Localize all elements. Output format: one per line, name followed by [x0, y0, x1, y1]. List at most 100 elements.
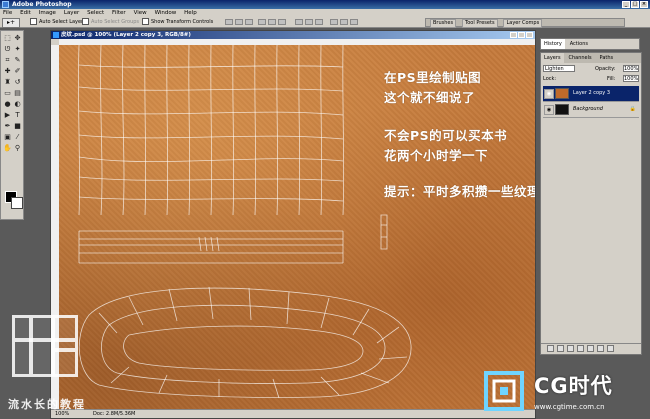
layer-row-background[interactable]: ◉ Background 🔒 [543, 102, 639, 118]
document-titlebar[interactable]: 皮纹.psd @ 100% (Layer 2 copy 3, RGB/8#) [51, 31, 535, 39]
well-tab-brushes[interactable]: Brushes [430, 19, 457, 28]
cg-logo-mark-icon [484, 371, 524, 411]
palette-well: Brushes Tool Presets Layer Comps [425, 18, 625, 28]
well-tab-layer-comps[interactable]: Layer Comps [503, 19, 543, 28]
tab-history[interactable]: History [541, 39, 565, 49]
layer-visibility-eye-icon[interactable]: ◉ [544, 89, 554, 99]
align-left-icon[interactable] [258, 19, 266, 25]
minimize-button[interactable]: _ [622, 1, 630, 8]
distribute-top-icon[interactable] [295, 19, 303, 25]
overlay-text-line2: 这个就不细说了 [384, 90, 476, 105]
zoom-tool-icon[interactable]: ⚲ [13, 144, 22, 153]
auto-select-groups-checkbox[interactable] [82, 18, 89, 25]
menu-help[interactable]: Help [181, 9, 200, 17]
document-window: 皮纹.psd @ 100% (Layer 2 copy 3, RGB/8#) 在… [50, 30, 536, 419]
document-title: 皮纹.psd @ 100% (Layer 2 copy 3, RGB/8#) [61, 32, 191, 38]
lasso-tool-icon[interactable]: ᘎ [3, 45, 12, 54]
document-window-controls [510, 32, 533, 38]
layer-thumbnail [555, 104, 569, 115]
show-transform-controls-checkbox[interactable] [142, 18, 149, 25]
maximize-button[interactable]: □ [631, 1, 639, 8]
watermark-caption: 流水长的教程 [8, 398, 86, 411]
align-hcenter-icon[interactable] [268, 19, 276, 25]
cg-brand-text: CG时代 [534, 374, 613, 398]
tab-channels[interactable]: Channels [565, 53, 594, 63]
auto-select-layer-option[interactable]: Auto Select Layer [30, 18, 83, 26]
path-selection-tool-icon[interactable]: ▶ [3, 111, 12, 120]
canvas-leather-texture[interactable]: 在PS里绘制贴图 这个就不细说了 不会PS的可以买本书 花两个小时学一下 提示：… [59, 45, 535, 410]
eyedropper-tool-icon[interactable]: ⁄ [13, 133, 22, 142]
cg-url-text: www.cgtime.com.cn [534, 403, 605, 411]
tool-preset-picker[interactable]: ▸+ [2, 18, 20, 28]
eraser-tool-icon[interactable]: ▭ [3, 89, 12, 98]
logo-bar [55, 348, 75, 352]
layer-thumbnail [555, 88, 569, 99]
menu-select[interactable]: Select [84, 9, 107, 17]
menu-window[interactable]: Window [152, 9, 180, 17]
blur-tool-icon[interactable]: ● [3, 100, 12, 109]
doc-minimize-button[interactable] [510, 32, 517, 38]
distribute-vcenter-icon[interactable] [305, 19, 313, 25]
slice-tool-icon[interactable]: ✎ [13, 56, 22, 65]
well-tab-tool-presets[interactable]: Tool Presets [462, 19, 498, 28]
healing-brush-tool-icon[interactable]: ✚ [3, 67, 12, 76]
align-bottom-icon[interactable] [245, 19, 253, 25]
menu-layer[interactable]: Layer [61, 9, 82, 17]
lock-label: Lock: [543, 76, 557, 82]
show-transform-controls-label: Show Transform Controls [151, 19, 214, 25]
photoshop-app-icon [2, 1, 9, 8]
fill-input[interactable]: 100% [623, 75, 639, 82]
auto-select-layer-checkbox[interactable] [30, 18, 37, 25]
opacity-input[interactable]: 100% [623, 65, 639, 72]
pen-tool-icon[interactable]: ✒ [3, 122, 12, 131]
distribute-right-icon[interactable] [350, 19, 358, 25]
new-layer-icon[interactable] [597, 345, 604, 352]
blend-mode-select[interactable]: Lighten [543, 65, 575, 72]
dodge-tool-icon[interactable]: ◐ [13, 100, 22, 109]
distribute-bottom-icon[interactable] [315, 19, 323, 25]
document-status-bar: 100% Doc: 2.8M/5.36M [51, 409, 535, 418]
layer-mask-icon[interactable] [567, 345, 574, 352]
delete-layer-icon[interactable] [607, 345, 614, 352]
doc-close-button[interactable] [526, 32, 533, 38]
hand-tool-icon[interactable]: ✋ [3, 144, 12, 153]
align-top-icon[interactable] [225, 19, 233, 25]
auto-select-groups-option[interactable]: Auto Select Groups [82, 18, 139, 26]
align-vcenter-icon[interactable] [235, 19, 243, 25]
background-color-swatch[interactable] [11, 197, 23, 209]
tab-paths[interactable]: Paths [597, 53, 617, 63]
layer-lock-icon: 🔒 [629, 106, 636, 112]
menu-filter[interactable]: Filter [109, 9, 129, 17]
history-brush-tool-icon[interactable]: ↺ [13, 78, 22, 87]
menu-edit[interactable]: Edit [17, 9, 34, 17]
clone-stamp-tool-icon[interactable]: ♜ [3, 78, 12, 87]
link-layers-icon[interactable] [547, 345, 554, 352]
layer-style-icon[interactable] [557, 345, 564, 352]
menu-view[interactable]: View [131, 9, 150, 17]
tab-layers[interactable]: Layers [541, 53, 564, 63]
menu-file[interactable]: File [0, 9, 15, 17]
gradient-tool-icon[interactable]: ▤ [13, 89, 22, 98]
move-tool-icon[interactable]: ✥ [13, 34, 22, 43]
type-tool-icon[interactable]: T [13, 111, 22, 120]
align-right-icon[interactable] [278, 19, 286, 25]
distribute-left-icon[interactable] [330, 19, 338, 25]
layer-row-layer-2-copy-3[interactable]: ◉ Layer 2 copy 3 [543, 86, 639, 102]
magic-wand-tool-icon[interactable]: ✦ [13, 45, 22, 54]
distribute-hcenter-icon[interactable] [340, 19, 348, 25]
auto-select-groups-label: Auto Select Groups [91, 19, 140, 25]
show-transform-controls-option[interactable]: Show Transform Controls [142, 18, 213, 26]
auto-select-layer-label: Auto Select Layer [39, 19, 84, 25]
menu-image[interactable]: Image [36, 9, 59, 17]
crop-tool-icon[interactable]: ⌗ [3, 56, 12, 65]
marquee-tool-icon[interactable]: ⬚ [3, 34, 12, 43]
shape-tool-icon[interactable]: ■ [13, 122, 22, 131]
adjustment-layer-icon[interactable] [577, 345, 584, 352]
notes-tool-icon[interactable]: ▣ [3, 133, 12, 142]
tab-actions[interactable]: Actions [567, 39, 591, 49]
close-button[interactable]: × [640, 1, 648, 8]
doc-maximize-button[interactable] [518, 32, 525, 38]
new-group-icon[interactable] [587, 345, 594, 352]
layer-visibility-eye-icon[interactable]: ◉ [544, 105, 554, 115]
brush-tool-icon[interactable]: ✐ [13, 67, 22, 76]
